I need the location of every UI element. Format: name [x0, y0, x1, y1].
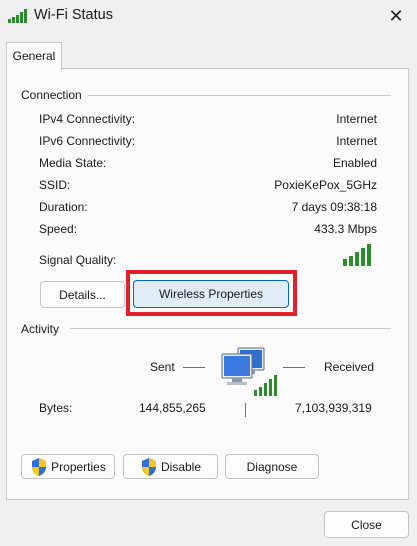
wifi-signal-icon — [8, 9, 27, 23]
sent-label: Sent — [150, 360, 175, 374]
speed-value: 433.3 Mbps — [314, 222, 377, 236]
diagnose-button[interactable]: Diagnose — [225, 454, 319, 479]
connection-separator — [88, 95, 391, 96]
properties-button-label: Properties — [51, 459, 106, 474]
window-title: Wi-Fi Status — [34, 7, 113, 23]
sent-line — [183, 367, 205, 368]
signal-strength-icon — [343, 244, 371, 266]
received-label: Received — [324, 360, 375, 374]
media-state-value: Enabled — [332, 156, 377, 170]
wifi-status-window: Wi-Fi Status ✕ General Connection IPv4 C… — [0, 0, 417, 546]
close-window-button[interactable]: ✕ — [383, 5, 409, 27]
details-button[interactable]: Details... — [40, 281, 125, 308]
bytes-label: Bytes: — [39, 401, 73, 415]
connection-section-title: Connection — [21, 88, 88, 102]
ipv4-value: Internet — [336, 112, 377, 126]
ssid-value: PoxieKePox_5GHz — [274, 178, 377, 192]
bytes-divider — [245, 403, 246, 417]
ssid-label: SSID: — [39, 178, 71, 192]
received-line — [283, 367, 305, 368]
uac-shield-icon — [141, 457, 156, 476]
disable-button-label: Disable — [160, 459, 202, 474]
activity-section-title: Activity — [21, 322, 66, 336]
uac-shield-icon — [32, 457, 47, 476]
network-computers-icon — [221, 347, 277, 396]
properties-button[interactable]: Properties — [21, 454, 115, 479]
activity-separator — [70, 328, 391, 329]
highlight-box — [126, 270, 297, 316]
ipv4-label: IPv4 Connectivity: — [39, 112, 136, 126]
duration-value: 7 days 09:38:18 — [291, 200, 377, 214]
title-bar[interactable]: Wi-Fi Status ✕ — [0, 0, 417, 34]
ipv6-label: IPv6 Connectivity: — [39, 134, 136, 148]
ipv6-value: Internet — [336, 134, 377, 148]
disable-button[interactable]: Disable — [123, 454, 218, 479]
close-button[interactable]: Close — [324, 511, 409, 538]
bytes-received-value: 7,103,939,319 — [295, 401, 372, 415]
media-state-label: Media State: — [39, 156, 107, 170]
bytes-sent-value: 144,855,265 — [139, 401, 206, 415]
speed-label: Speed: — [39, 222, 78, 236]
duration-label: Duration: — [39, 200, 88, 214]
tab-general[interactable]: General — [6, 42, 62, 70]
signal-quality-label: Signal Quality: — [39, 253, 117, 267]
